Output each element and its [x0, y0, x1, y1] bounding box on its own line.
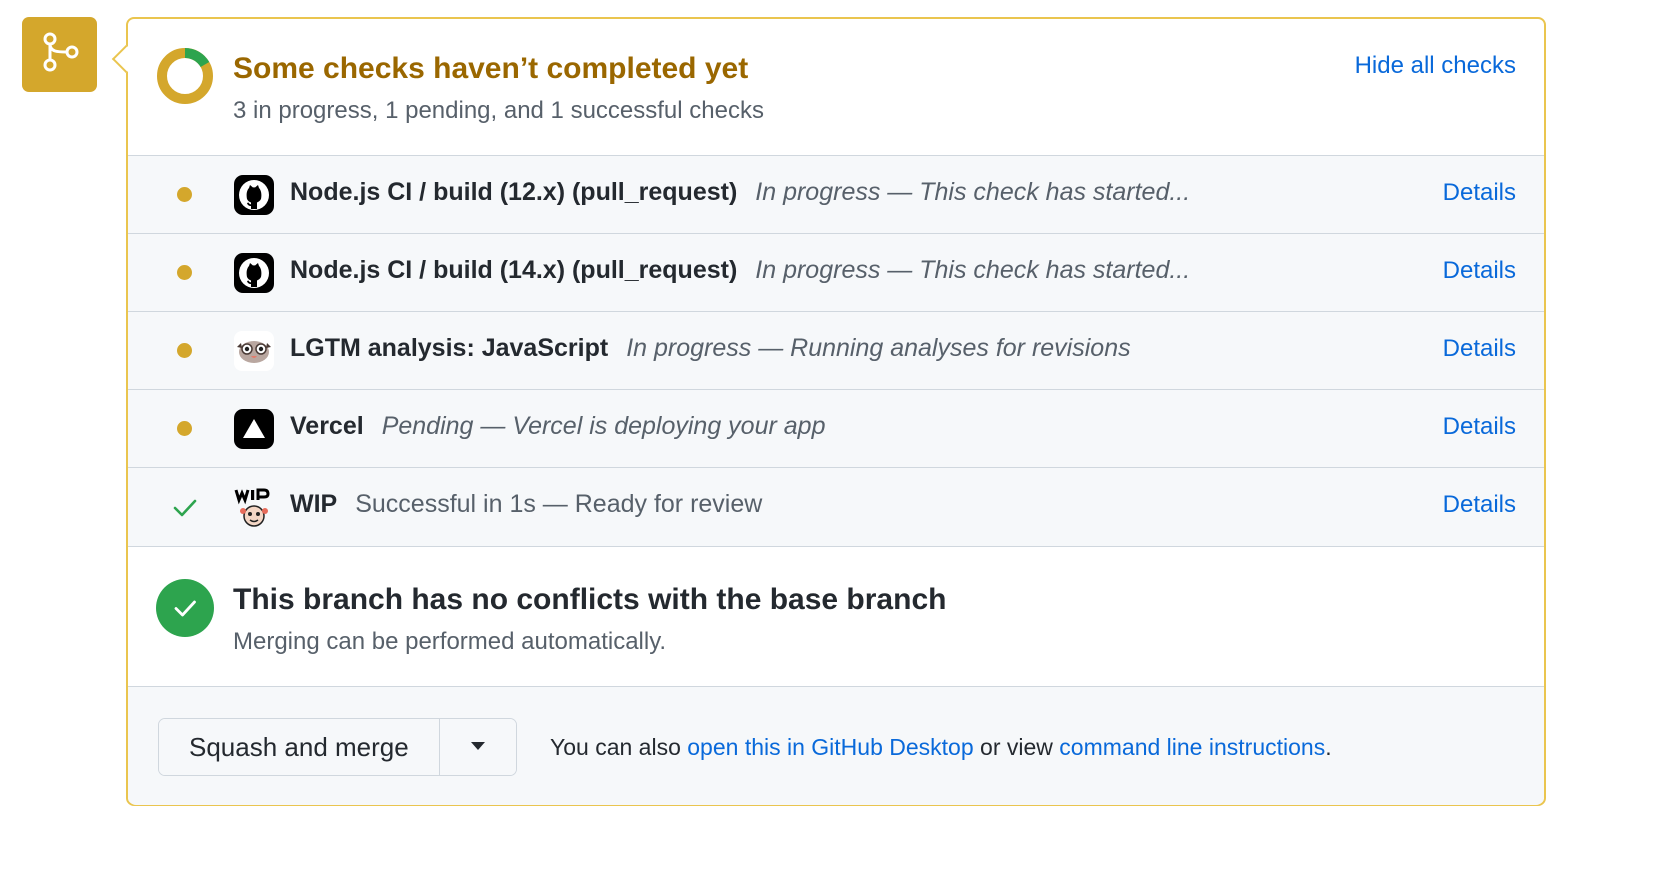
progress-ring-icon [156, 47, 214, 105]
merge-button-group: Squash and merge [158, 718, 517, 776]
in-progress-dot-icon [177, 265, 192, 280]
check-name: LGTM analysis: JavaScript [290, 334, 609, 362]
in-progress-dot-icon [177, 187, 192, 202]
merge-note-middle: or view [980, 734, 1053, 760]
merge-note-prefix: You can also [550, 734, 681, 760]
conflict-status: This branch has no conflicts with the ba… [128, 551, 1544, 687]
check-description: In progress — Running analyses for revis… [626, 334, 1131, 362]
check-row: Node.js CI / build (14.x) (pull_request)… [128, 234, 1544, 312]
github-logo-icon [234, 175, 274, 215]
in-progress-dot-icon [177, 343, 192, 358]
success-check-icon [172, 496, 198, 520]
checks-title: Some checks haven’t completed yet [233, 52, 749, 85]
check-description: In progress — This check has started... [755, 256, 1191, 284]
check-name: Node.js CI / build (14.x) (pull_request) [290, 256, 738, 284]
details-link[interactable]: Details [1443, 335, 1516, 363]
check-row: Vercel Pending — Vercel is deploying your… [128, 390, 1544, 468]
merge-box: Some checks haven’t completed yet 3 in p… [111, 17, 1546, 806]
check-row: LGTM analysis: JavaScript In progress — R… [128, 312, 1544, 390]
check-row: Node.js CI / build (12.x) (pull_request)… [128, 156, 1544, 234]
hide-all-checks-link[interactable]: Hide all checks [1355, 52, 1516, 80]
checks-list: Node.js CI / build (12.x) (pull_request)… [128, 155, 1544, 547]
command-line-instructions-link[interactable]: command line instructions [1059, 734, 1325, 760]
details-link[interactable]: Details [1443, 179, 1516, 207]
details-link[interactable]: Details [1443, 257, 1516, 285]
details-link[interactable]: Details [1443, 413, 1516, 441]
check-description: In progress — This check has started... [755, 178, 1191, 206]
checks-subtitle: 3 in progress, 1 pending, and 1 successf… [233, 97, 764, 124]
merge-method-dropdown[interactable] [438, 719, 516, 775]
lgtm-owl-icon [234, 331, 274, 371]
vercel-logo-icon [234, 409, 274, 449]
check-description: Successful in 1s — Ready for review [355, 490, 763, 518]
open-in-desktop-link[interactable]: open this in GitHub Desktop [687, 734, 973, 760]
merge-note: You can also open this in GitHub Desktop… [550, 734, 1332, 761]
check-name: Node.js CI / build (12.x) (pull_request) [290, 178, 738, 206]
triangle-down-icon [470, 738, 486, 756]
checks-summary: Some checks haven’t completed yet 3 in p… [128, 19, 1544, 155]
merge-note-suffix: . [1325, 734, 1332, 760]
check-name: WIP [290, 490, 338, 518]
check-circle-icon [156, 579, 214, 637]
squash-and-merge-button[interactable]: Squash and merge [159, 719, 439, 775]
merge-status-badge [22, 17, 97, 92]
details-link[interactable]: Details [1443, 491, 1516, 519]
merge-actions: Squash and merge You can also open this … [128, 687, 1544, 805]
conflict-subtitle: Merging can be performed automatically. [233, 628, 667, 655]
git-merge-icon [38, 30, 82, 79]
check-name: Vercel [290, 412, 364, 440]
github-logo-icon [234, 253, 274, 293]
check-row: WIP Successful in 1s — Ready for review D… [128, 468, 1544, 546]
conflict-title: This branch has no conflicts with the ba… [233, 583, 947, 616]
check-description: Pending — Vercel is deploying your app [381, 412, 826, 440]
wip-bot-icon [234, 487, 274, 527]
pending-dot-icon [177, 421, 192, 436]
